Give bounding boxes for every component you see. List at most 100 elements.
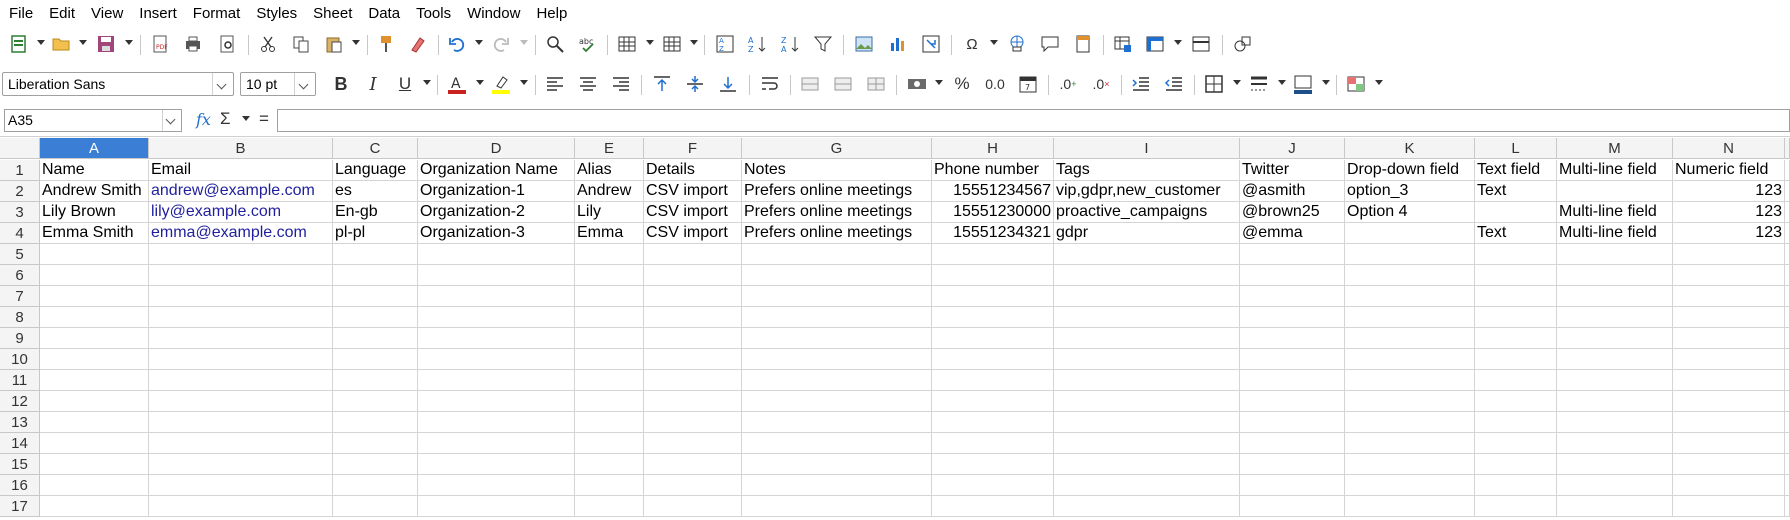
underline-dropdown-icon[interactable]: [423, 80, 431, 85]
align-left-icon[interactable]: [544, 73, 566, 95]
cell[interactable]: [644, 454, 742, 475]
cell[interactable]: Phone number: [932, 160, 1054, 181]
cell[interactable]: [1054, 496, 1240, 517]
cell[interactable]: [40, 412, 149, 433]
cell[interactable]: [575, 265, 644, 286]
redo-dropdown-icon[interactable]: [520, 40, 528, 45]
cell[interactable]: [40, 475, 149, 496]
currency-format-icon[interactable]: [906, 73, 928, 95]
font-size-box[interactable]: 10 pt: [240, 72, 316, 96]
pivot-table-icon[interactable]: [920, 33, 942, 55]
cell[interactable]: es: [333, 181, 418, 202]
merge-cells-icon[interactable]: [832, 73, 854, 95]
save-icon[interactable]: [95, 33, 117, 55]
cell[interactable]: [1345, 349, 1475, 370]
cell[interactable]: Email: [149, 160, 333, 181]
copy-icon[interactable]: [290, 33, 312, 55]
column-header[interactable]: M: [1557, 138, 1673, 159]
row-header[interactable]: 7: [0, 286, 40, 307]
cell[interactable]: Andrew Smith: [40, 181, 149, 202]
cell[interactable]: CSV import: [644, 223, 742, 244]
cell[interactable]: Text: [1475, 223, 1557, 244]
chevron-down-icon[interactable]: [212, 73, 233, 95]
chevron-down-icon[interactable]: [162, 110, 181, 131]
show-draw-functions-icon[interactable]: [1232, 33, 1254, 55]
cell[interactable]: [575, 328, 644, 349]
border-color-icon[interactable]: [1292, 73, 1314, 95]
cell[interactable]: [1240, 265, 1345, 286]
bold-icon[interactable]: B: [330, 73, 352, 95]
menu-file[interactable]: File: [0, 0, 41, 28]
cell[interactable]: [1240, 328, 1345, 349]
cell[interactable]: Emma: [575, 223, 644, 244]
menu-styles[interactable]: Styles: [248, 0, 305, 28]
column-header[interactable]: N: [1673, 138, 1785, 159]
export-pdf-icon[interactable]: PDF: [149, 33, 171, 55]
cell[interactable]: [742, 328, 932, 349]
cell[interactable]: pl-pl: [333, 223, 418, 244]
cell[interactable]: [333, 286, 418, 307]
cell[interactable]: [333, 433, 418, 454]
cell[interactable]: [932, 496, 1054, 517]
cell[interactable]: [575, 496, 644, 517]
cell[interactable]: [1475, 328, 1557, 349]
cell[interactable]: [1345, 454, 1475, 475]
cell[interactable]: [333, 391, 418, 412]
cell[interactable]: [1785, 496, 1790, 517]
cell[interactable]: [1673, 496, 1785, 517]
cell[interactable]: lily@example.com: [149, 202, 333, 223]
cell[interactable]: [1785, 412, 1790, 433]
cell[interactable]: CSV import: [644, 181, 742, 202]
cell[interactable]: [333, 328, 418, 349]
cell[interactable]: [333, 370, 418, 391]
cell[interactable]: Details: [644, 160, 742, 181]
formula-icon[interactable]: =: [259, 109, 269, 129]
row-header[interactable]: 9: [0, 328, 40, 349]
sum-icon[interactable]: Σ: [220, 109, 231, 129]
cell[interactable]: [932, 454, 1054, 475]
cell[interactable]: [1673, 349, 1785, 370]
menu-edit[interactable]: Edit: [41, 0, 83, 28]
cell[interactable]: Multi-line field: [1557, 223, 1673, 244]
borders-icon[interactable]: [1203, 73, 1225, 95]
highlight-color-icon[interactable]: [490, 73, 512, 95]
cell[interactable]: [1475, 391, 1557, 412]
cell[interactable]: [333, 244, 418, 265]
define-print-area-icon[interactable]: [1112, 33, 1134, 55]
cell[interactable]: [418, 328, 575, 349]
cell[interactable]: [575, 307, 644, 328]
cell[interactable]: [149, 391, 333, 412]
cell[interactable]: [149, 286, 333, 307]
cell[interactable]: [40, 328, 149, 349]
cell[interactable]: [932, 244, 1054, 265]
cell[interactable]: [1240, 433, 1345, 454]
cell[interactable]: Name: [40, 160, 149, 181]
cell[interactable]: [1475, 244, 1557, 265]
cell[interactable]: [1785, 475, 1790, 496]
cell[interactable]: [418, 307, 575, 328]
cell[interactable]: [149, 433, 333, 454]
column-header[interactable]: L: [1475, 138, 1557, 159]
cell[interactable]: @emma: [1240, 223, 1345, 244]
cell[interactable]: [1054, 328, 1240, 349]
cell[interactable]: Option 4: [1345, 202, 1475, 223]
cell[interactable]: [1240, 244, 1345, 265]
row-icon[interactable]: [616, 33, 638, 55]
cell[interactable]: vip,gdpr,new_customer: [1054, 181, 1240, 202]
column-header[interactable]: G: [742, 138, 932, 159]
increase-indent-icon[interactable]: [1130, 73, 1152, 95]
cell[interactable]: [1785, 391, 1790, 412]
new-spreadsheet-icon[interactable]: [8, 33, 30, 55]
cell[interactable]: Lily: [575, 202, 644, 223]
cell[interactable]: Prefers online meetings: [742, 223, 932, 244]
cell[interactable]: [1785, 265, 1790, 286]
cell[interactable]: @brown25: [1240, 202, 1345, 223]
cell[interactable]: [1475, 202, 1557, 223]
cell[interactable]: [1785, 349, 1790, 370]
column-header[interactable]: F: [644, 138, 742, 159]
cell[interactable]: [932, 328, 1054, 349]
cell[interactable]: [1475, 433, 1557, 454]
save-dropdown-icon[interactable]: [125, 40, 133, 45]
cell[interactable]: Numeric field: [1673, 160, 1785, 181]
row-dropdown-icon[interactable]: [646, 40, 654, 45]
